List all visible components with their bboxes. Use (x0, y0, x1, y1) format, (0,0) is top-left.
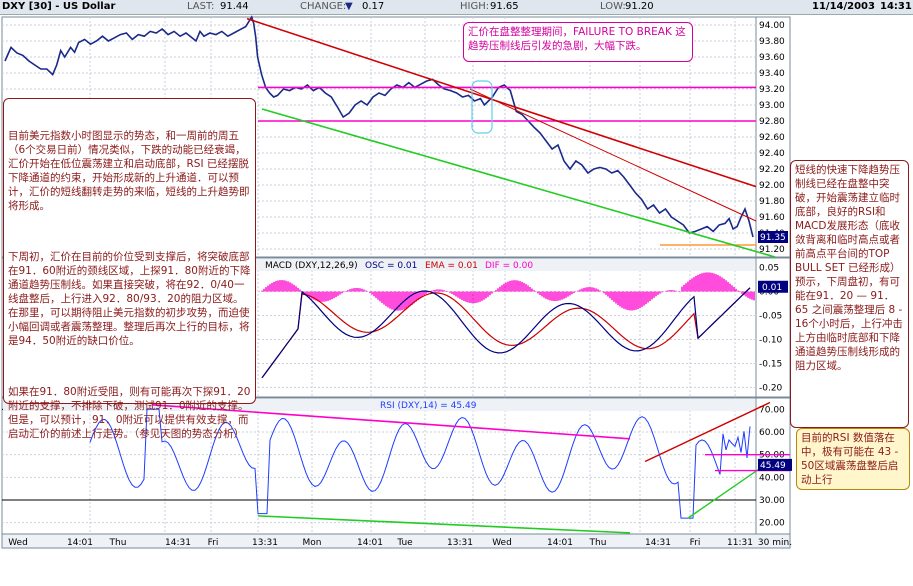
last-price-label: 91.35 (760, 233, 786, 243)
rsi-tick-label: 40.00 (759, 473, 785, 483)
time-tick-label: Thu (589, 538, 607, 548)
time-tick-label: Fri (208, 538, 219, 548)
time-tick-label: 14:01 (67, 538, 93, 548)
macd-title: MACD (DXY,12,26,9) (265, 261, 358, 271)
rsi-last-label: 45.49 (760, 461, 786, 471)
rsi-tick-label: 70.00 (759, 405, 785, 415)
annotation-rsi: 目前的RSI 数值落在中，极有可能在 43 - 50区域震荡盘整后启动上行 (796, 428, 910, 490)
price-tick-label: 91.80 (759, 197, 785, 207)
time-tick-label: 14:01 (547, 538, 573, 548)
time-tick-label: Fri (690, 538, 701, 548)
time-tick-label: Wed (492, 538, 512, 548)
price-tick-label: 92.20 (759, 165, 785, 175)
short-trend-line (469, 88, 757, 222)
time-tick-label: Tue (396, 538, 413, 548)
price-tick-label: 93.00 (759, 101, 785, 111)
rsi-tick-label: 30.00 (759, 496, 785, 506)
time-tick-label: 11:31 (727, 538, 753, 548)
time-tick-label: 14:01 (357, 538, 383, 548)
macd-dif-label: DIF = 0.00 (485, 261, 533, 271)
price-tick-label: 93.20 (759, 85, 785, 95)
macd-tick-label: 0.05 (759, 264, 779, 274)
time-tick-label: 30 min. (758, 538, 792, 548)
annotation-left-p1: 目前美元指数小时图显示的势态，和一周前的周五（6个交易日前）情况类似，下跌的动能… (8, 130, 250, 212)
time-tick-label: 13:31 (447, 538, 473, 548)
price-tick-label: 92.80 (759, 117, 785, 127)
annotation-left-p2: 下周初，汇价在目前的价位受到支撑后，将突破底部在91．60附近的颈线区域，上探9… (8, 251, 251, 347)
price-tick-label: 94.00 (759, 21, 785, 31)
annotation-right: 短线的快速下降趋势压制线已经在盘整中突破，开始震荡建立临时底部，良好的RSI和M… (790, 160, 909, 428)
rsi-tick-label: 20.00 (759, 519, 785, 529)
macd-ema-label: EMA = 0.01 (425, 261, 478, 271)
price-tick-label: 93.40 (759, 69, 785, 79)
time-tick-label: 14:31 (645, 538, 671, 548)
time-tick-label: Mon (303, 538, 322, 548)
support-trend-line (261, 108, 776, 258)
price-tick-label: 92.40 (759, 149, 785, 159)
time-tick-label: 13:31 (252, 538, 278, 548)
annotation-top: 汇价在盘整整理期间，FAILURE TO BREAK 这趋势压制线后引发的急剧，… (463, 22, 693, 62)
macd-tick-label: -0.10 (759, 335, 783, 345)
price-tick-label: 93.60 (759, 53, 785, 63)
price-tick-label: 93.80 (759, 37, 785, 47)
price-tick-label: 92.00 (759, 181, 785, 191)
annotation-left-p3: 如果在91．80附近受阻，则有可能再次下探91．20附近的支撑，不排除下破，测试… (8, 386, 251, 440)
macd-tick-label: -0.15 (759, 359, 782, 369)
macd-tick-label: -0.20 (759, 383, 783, 393)
macd-ema-line (261, 287, 751, 379)
rsi-tick-label: 60.00 (759, 428, 785, 438)
rsi-title: RSI (DXY,14) = 45.49 (380, 401, 477, 411)
time-tick-label: 14:31 (165, 538, 191, 548)
time-tick-label: Wed (8, 538, 28, 548)
time-tick-label: Thu (109, 538, 127, 548)
macd-last-label: 0.01 (762, 283, 782, 293)
macd-tick-label: -0.05 (759, 312, 782, 322)
rsi-support-trend (257, 515, 631, 534)
macd-osc-label: OSC = 0.01 (365, 261, 417, 271)
price-tick-label: 92.60 (759, 133, 785, 143)
price-tick-label: 91.60 (759, 213, 785, 223)
annotation-left: 目前美元指数小时图显示的势态，和一周前的周五（6个交易日前）情况类似，下跌的动能… (3, 98, 256, 440)
macd-panel-frame-axis (755, 257, 791, 398)
